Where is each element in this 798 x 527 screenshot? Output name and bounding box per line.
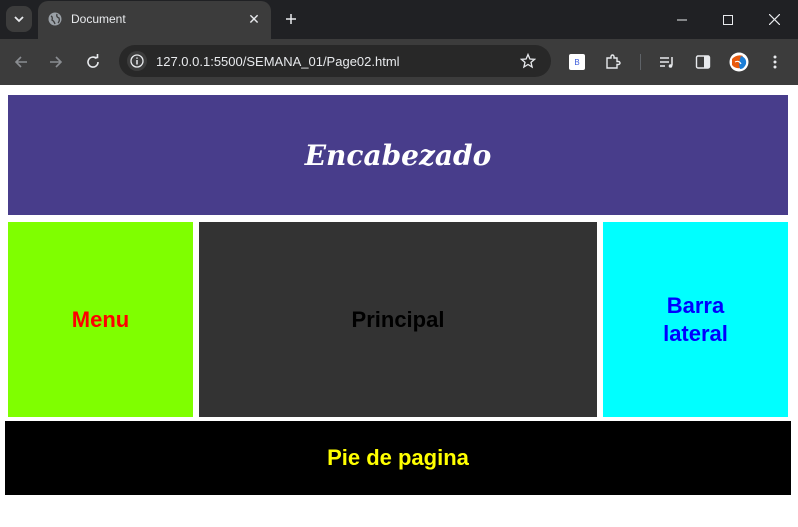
menu-label: Menu [71, 306, 130, 332]
side-panel-icon [695, 55, 711, 69]
address-bar[interactable]: 127.0.0.1:5500/SEMANA_01/Page02.html [119, 45, 551, 77]
footer-label: Pie de pagina [327, 445, 469, 470]
info-icon [130, 54, 144, 68]
extension-b-button[interactable]: B [566, 51, 588, 73]
extension-b-icon: B [569, 54, 585, 70]
close-window-icon [768, 14, 780, 25]
maximize-icon [723, 14, 733, 25]
profile-button[interactable] [728, 51, 750, 73]
tab-title: Document [71, 12, 126, 26]
reload-icon [87, 54, 99, 68]
header-title: Encabezado [304, 138, 492, 172]
minimize-button[interactable] [659, 0, 705, 39]
site-info-button[interactable] [127, 51, 147, 71]
page-header: Encabezado [8, 95, 788, 215]
maximize-button[interactable] [705, 0, 751, 39]
chevron-down-icon [14, 16, 24, 23]
menu-section: Menu [8, 222, 193, 417]
extensions-button[interactable] [602, 51, 624, 73]
web-page: Encabezado Menu Principal Barra lateral … [0, 85, 798, 527]
side-panel-button[interactable] [692, 51, 714, 73]
page-footer: Pie de pagina [5, 421, 791, 495]
main-label: Principal [351, 306, 445, 332]
forward-button[interactable] [45, 51, 67, 73]
browser-toolbar: 127.0.0.1:5500/SEMANA_01/Page02.html B [0, 39, 798, 85]
puzzle-icon [606, 54, 621, 69]
more-vert-icon [773, 55, 777, 69]
media-control-icon [660, 57, 673, 68]
close-window-button[interactable] [751, 0, 797, 39]
minimize-icon [677, 19, 687, 20]
globe-icon [48, 12, 62, 26]
profile-avatar-icon [729, 52, 749, 72]
sidebar-label: Barra lateral [663, 292, 728, 346]
media-control-button[interactable] [656, 51, 678, 73]
more-menu-button[interactable] [764, 51, 786, 73]
toolbar-separator [640, 54, 641, 70]
back-button[interactable] [10, 51, 32, 73]
forward-arrow-icon [50, 56, 63, 68]
reload-button[interactable] [82, 51, 104, 73]
main-section: Principal [199, 222, 597, 417]
sidebar-section: Barra lateral [603, 222, 788, 417]
url-text[interactable]: 127.0.0.1:5500/SEMANA_01/Page02.html [156, 54, 400, 69]
tab-document[interactable]: Document ✕ [38, 1, 271, 39]
tab-strip: Document ✕ [0, 0, 798, 39]
star-icon [520, 53, 536, 69]
close-icon[interactable]: ✕ [245, 10, 263, 28]
new-tab-button[interactable] [280, 8, 302, 30]
plus-icon [286, 14, 296, 24]
back-arrow-icon [14, 56, 27, 68]
extension-badge: B [574, 57, 580, 67]
bookmark-button[interactable] [519, 52, 537, 70]
tab-search-button[interactable] [6, 6, 32, 32]
